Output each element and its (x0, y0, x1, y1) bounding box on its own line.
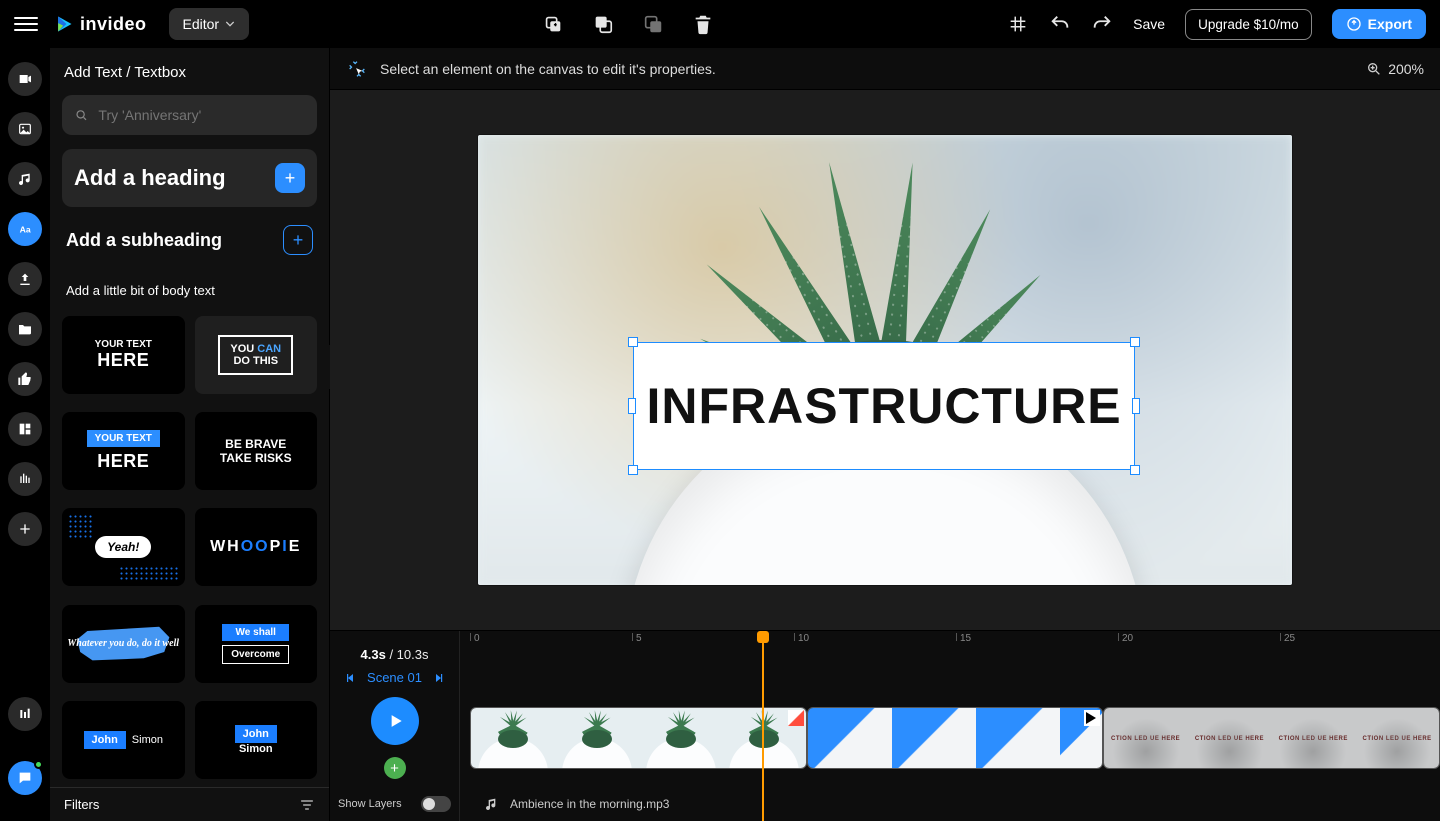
add-heading-plus[interactable]: + (275, 163, 305, 193)
music-note-icon (484, 796, 500, 812)
scene-label[interactable]: Scene 01 (367, 670, 422, 685)
transition-out-icon[interactable] (788, 710, 804, 726)
select-hint-icon (346, 58, 368, 80)
text-style-1[interactable]: YOUR TEXTHERE (62, 316, 185, 394)
hamburger-menu[interactable] (14, 12, 38, 36)
video-canvas[interactable]: INFRASTRUCTURE (478, 135, 1292, 585)
rail-layout[interactable] (8, 412, 42, 446)
rail-add[interactable] (8, 512, 42, 546)
filters-row[interactable]: Filters (50, 787, 329, 821)
resize-handle-br[interactable] (1130, 465, 1140, 475)
duplicate-icon[interactable] (542, 13, 564, 35)
add-subheading-plus[interactable]: + (283, 225, 313, 255)
export-icon (1346, 16, 1362, 32)
export-label: Export (1368, 16, 1412, 32)
add-body-row[interactable]: Add a little bit of body text (62, 273, 317, 308)
zoom-in-icon (1366, 61, 1382, 77)
timeline-ruler[interactable]: 0 5 10 15 20 25 (460, 631, 1440, 649)
search-icon (74, 107, 88, 123)
text-style-10[interactable]: JohnSimon (195, 701, 318, 779)
rail-equalizer[interactable] (8, 697, 42, 731)
add-body-label: Add a little bit of body text (66, 283, 215, 298)
timeline-track-area[interactable]: 0 5 10 15 20 25 (460, 631, 1440, 821)
rail-text[interactable]: Aa (8, 212, 42, 246)
properties-bar: Select an element on the canvas to edit … (330, 48, 1440, 90)
export-button[interactable]: Export (1332, 9, 1426, 39)
resize-handle-tl[interactable] (628, 337, 638, 347)
selection-outline[interactable] (633, 342, 1135, 470)
chevron-down-icon (225, 19, 235, 29)
svg-text:Aa: Aa (20, 224, 31, 234)
text-style-5[interactable]: Yeah! (62, 508, 185, 586)
rail-like[interactable] (8, 362, 42, 396)
panel-title: Add Text / Textbox (50, 48, 329, 89)
text-style-7[interactable]: Whatever you do, do it well (62, 605, 185, 683)
clip-1[interactable] (470, 707, 807, 769)
resize-handle-mr[interactable] (1132, 398, 1140, 414)
brand-logo[interactable]: invideo (54, 14, 147, 35)
text-style-4[interactable]: BE BRAVETAKE RISKS (195, 412, 318, 490)
resize-handle-bl[interactable] (628, 465, 638, 475)
rail-effects[interactable] (8, 462, 42, 496)
resize-handle-ml[interactable] (628, 398, 636, 414)
text-search[interactable] (62, 95, 317, 135)
upgrade-button[interactable]: Upgrade $10/mo (1185, 9, 1312, 40)
show-layers-toggle[interactable] (421, 796, 451, 812)
filter-icon (299, 797, 315, 813)
add-subheading-row[interactable]: Add a subheading + (62, 215, 317, 265)
search-input[interactable] (96, 106, 305, 124)
text-style-9[interactable]: JohnSimon (62, 701, 185, 779)
text-panel: Add Text / Textbox Add a heading + Add a… (50, 48, 330, 821)
clip-3[interactable]: CTION LED UE HERE CTION LED UE HERE CTIO… (1103, 707, 1440, 769)
transition-in-icon[interactable] (1084, 710, 1100, 726)
send-back-icon[interactable] (592, 13, 614, 35)
grid-toggle-icon[interactable] (1007, 13, 1029, 35)
filters-label: Filters (64, 797, 99, 812)
rail-image[interactable] (8, 112, 42, 146)
clip-2[interactable] (807, 707, 1102, 769)
left-tool-rail: Aa (0, 48, 50, 821)
brand-name: invideo (80, 14, 147, 35)
rail-video[interactable] (8, 62, 42, 96)
brand-logo-icon (54, 14, 74, 34)
play-button[interactable] (371, 697, 419, 745)
add-heading-row[interactable]: Add a heading + (62, 149, 317, 207)
text-style-6[interactable]: WHOOPIE (195, 508, 318, 586)
text-style-2[interactable]: YOU CANDO THIS (195, 316, 318, 394)
zoom-control[interactable]: 200% (1366, 61, 1424, 77)
playhead[interactable] (762, 631, 764, 821)
canvas-area[interactable]: INFRASTRUCTURE (330, 90, 1440, 630)
timeline-controls: 4.3s / 10.3s Scene 01 + Show Layers (330, 631, 460, 821)
audio-track[interactable]: Ambience in the morning.mp3 (484, 796, 669, 812)
add-heading-label: Add a heading (74, 165, 226, 191)
undo-icon[interactable] (1049, 13, 1071, 35)
redo-icon[interactable] (1091, 13, 1113, 35)
chat-online-dot (34, 760, 43, 769)
text-styles-grid: YOUR TEXTHERE YOU CANDO THIS YOUR TEXTHE… (50, 312, 329, 787)
audio-filename: Ambience in the morning.mp3 (510, 797, 669, 811)
properties-hint: Select an element on the canvas to edit … (380, 61, 716, 77)
rail-chat[interactable] (8, 761, 42, 795)
zoom-value: 200% (1388, 61, 1424, 77)
next-scene-icon[interactable] (432, 672, 444, 684)
add-clip-button[interactable]: + (384, 757, 406, 779)
delete-icon[interactable] (692, 13, 714, 35)
rail-music[interactable] (8, 162, 42, 196)
prev-scene-icon[interactable] (345, 672, 357, 684)
bring-front-icon[interactable] (642, 13, 664, 35)
rail-upload[interactable] (8, 262, 42, 296)
time-display: 4.3s / 10.3s (361, 647, 429, 662)
timeline: 4.3s / 10.3s Scene 01 + Show Layers 0 5 (330, 630, 1440, 821)
show-layers-label: Show Layers (338, 798, 402, 810)
save-button[interactable]: Save (1133, 16, 1165, 32)
rail-folders[interactable] (8, 312, 42, 346)
text-style-8[interactable]: We shallOvercome (195, 605, 318, 683)
text-style-3[interactable]: YOUR TEXTHERE (62, 412, 185, 490)
mode-dropdown[interactable]: Editor (169, 8, 250, 40)
add-subheading-label: Add a subheading (66, 230, 222, 251)
mode-label: Editor (183, 16, 220, 32)
resize-handle-tr[interactable] (1130, 337, 1140, 347)
